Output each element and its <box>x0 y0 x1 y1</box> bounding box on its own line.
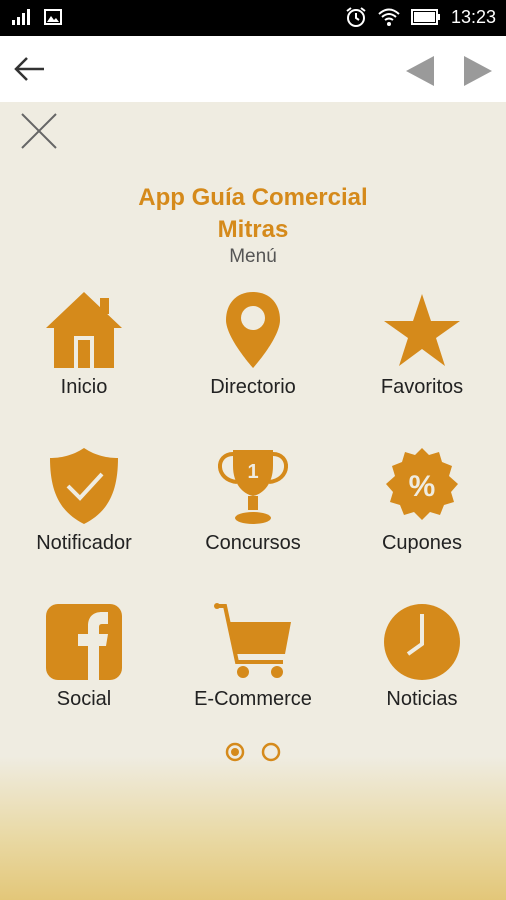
menu-screen: App Guía Comercial Mitras Menú Inicio Di… <box>0 102 506 900</box>
menu-item-inicio[interactable]: Inicio <box>0 290 168 430</box>
alarm-icon <box>346 7 366 27</box>
menu-label: Noticias <box>386 688 458 710</box>
star-icon <box>384 294 460 366</box>
page-title: App Guía Comercial Mitras <box>0 182 506 246</box>
menu-item-ecommerce[interactable]: E-Commerce <box>169 602 337 742</box>
svg-text:1: 1 <box>247 461 258 483</box>
menu-label: Directorio <box>210 376 296 398</box>
shield-check-icon <box>50 448 118 524</box>
menu-subtitle: Menú <box>229 246 277 267</box>
title-line-2: Mitras <box>217 216 289 243</box>
menu-label: E-Commerce <box>194 688 312 710</box>
menu-label: Social <box>56 688 112 710</box>
menu-item-directorio[interactable]: Directorio <box>169 290 337 430</box>
page-dot-2[interactable] <box>261 742 281 762</box>
signal-icon <box>12 9 30 25</box>
page-dot-1[interactable] <box>225 742 245 762</box>
page-indicator <box>225 742 281 762</box>
battery-icon <box>410 9 440 25</box>
home-icon <box>46 292 122 368</box>
back-arrow-icon[interactable] <box>12 54 46 84</box>
facebook-icon <box>46 604 122 680</box>
trophy-icon: 1 <box>218 450 288 524</box>
menu-item-favoritos[interactable]: Favoritos <box>338 290 506 430</box>
menu-label: Favoritos <box>380 376 464 398</box>
menu-label: Cupones <box>381 532 463 554</box>
percent-badge-icon: % <box>386 448 458 520</box>
menu-label: Notificador <box>36 532 132 554</box>
clock-icon <box>384 604 460 680</box>
prev-triangle-icon[interactable] <box>404 54 436 88</box>
menu-item-cupones[interactable]: % Cupones <box>338 446 506 586</box>
menu-label: Inicio <box>60 376 108 398</box>
title-line-1: App Guía Comercial <box>138 184 368 211</box>
next-triangle-icon[interactable] <box>462 54 494 88</box>
menu-label: Concursos <box>205 532 301 554</box>
cart-icon <box>214 603 291 678</box>
map-pin-icon <box>226 292 280 368</box>
svg-text:%: % <box>409 470 436 503</box>
menu-item-noticias[interactable]: Noticias <box>338 602 506 742</box>
toolbar <box>0 36 506 102</box>
wifi-icon <box>378 8 400 26</box>
menu-item-concursos[interactable]: 1 Concursos <box>169 446 337 586</box>
menu-item-notificador[interactable]: Notificador <box>0 446 168 586</box>
status-time: 13:23 <box>450 6 496 27</box>
image-icon <box>44 9 62 25</box>
status-bar: 13:23 <box>0 0 506 36</box>
close-icon[interactable] <box>20 112 58 150</box>
menu-item-social[interactable]: Social <box>0 602 168 742</box>
